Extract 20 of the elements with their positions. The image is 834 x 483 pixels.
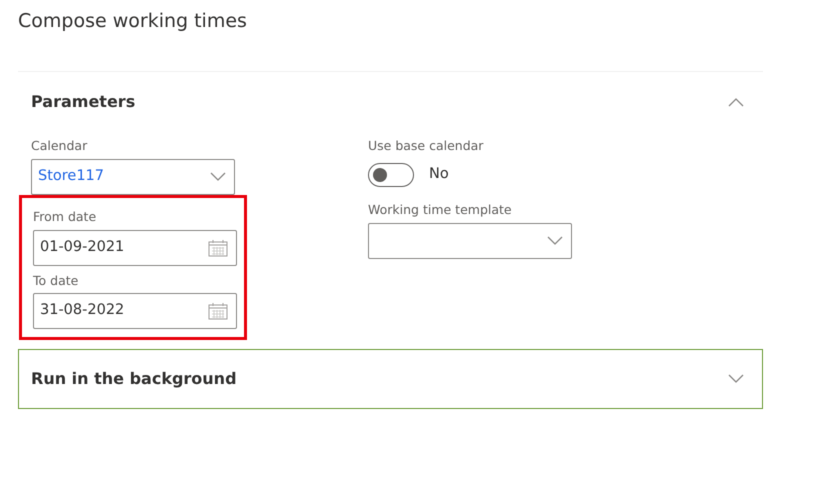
section-title[interactable]: Parameters [31, 90, 136, 114]
expand-chevron-icon[interactable] [210, 172, 226, 182]
dropdown-field[interactable]: Store117 [31, 158, 235, 195]
page-title: Compose working times [17, 9, 248, 34]
section-title[interactable]: Run in the background [31, 367, 237, 392]
collapse-chevron-icon[interactable] [728, 97, 744, 107]
field-label: Working time template [368, 200, 512, 219]
date-field[interactable]: 31-08-2022 [33, 293, 237, 330]
calendar-icon[interactable] [208, 302, 228, 320]
date-field[interactable]: 01-09-2021 [33, 230, 237, 266]
expand-chevron-icon[interactable] [547, 236, 563, 246]
field-label: Use base calendar [368, 137, 484, 155]
toggle-value: No [429, 164, 449, 184]
calendar-icon[interactable] [208, 238, 228, 256]
dropdown-field[interactable] [368, 222, 572, 258]
field-label: To date [33, 272, 78, 290]
toggle-switch[interactable] [368, 162, 414, 187]
field-label: Calendar [31, 137, 88, 155]
expand-chevron-icon[interactable] [728, 374, 744, 384]
field-label: From date [33, 208, 96, 226]
